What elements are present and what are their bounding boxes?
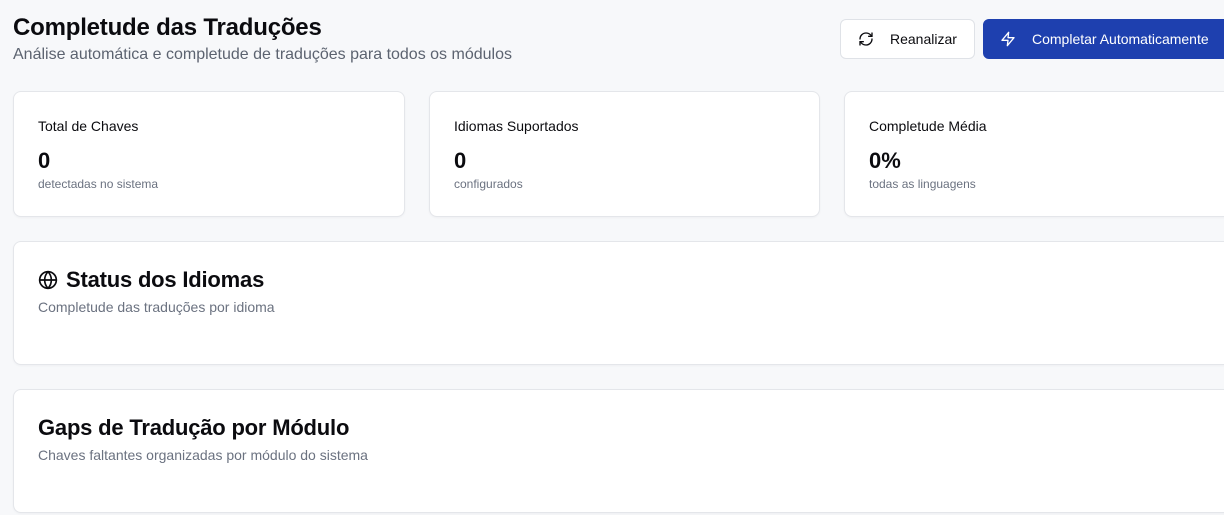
stat-label: Completude Média [869, 118, 987, 134]
stat-label: Total de Chaves [38, 118, 139, 134]
stat-caption: todas as linguagens [869, 177, 976, 191]
stat-value: 0 [38, 148, 51, 173]
translation-gaps-title: Gaps de Tradução por Módulo [38, 415, 350, 440]
lightning-icon [1000, 31, 1016, 47]
stat-caption: configurados [454, 177, 523, 191]
translation-completeness-page: Completude das Traduções Análise automát… [0, 0, 1224, 515]
autocomplete-label: Completar Automaticamente [1032, 31, 1209, 47]
stat-caption: detectadas no sistema [38, 177, 159, 191]
stat-card-average-completeness: Completude Média 0% todas as linguagens [844, 91, 1224, 217]
page-subtitle: Análise automática e completude de tradu… [13, 46, 512, 63]
stat-label: Idiomas Suportados [454, 118, 579, 134]
refresh-icon [858, 31, 874, 47]
languages-status-subtitle: Completude das traduções por idioma [38, 299, 275, 315]
translation-gaps-card: Gaps de Tradução por Módulo Chaves falta… [13, 389, 1224, 513]
reanalyze-button[interactable]: Reanalizar [840, 19, 975, 59]
page-title: Completude das Traduções [13, 14, 322, 41]
stat-card-supported-languages: Idiomas Suportados 0 configurados [429, 91, 820, 217]
languages-status-card: Status dos Idiomas Completude das traduç… [13, 241, 1224, 365]
autocomplete-button[interactable]: Completar Automaticamente [983, 19, 1224, 59]
translation-gaps-subtitle: Chaves faltantes organizadas por módulo … [38, 447, 368, 463]
stat-value: 0% [869, 148, 901, 173]
reanalyze-label: Reanalizar [890, 31, 957, 47]
globe-icon [38, 270, 58, 290]
stat-card-total-keys: Total de Chaves 0 detectadas no sistema [13, 91, 405, 217]
stat-value: 0 [454, 148, 467, 173]
languages-status-title: Status dos Idiomas [38, 267, 264, 293]
languages-status-title-text: Status dos Idiomas [66, 267, 265, 292]
